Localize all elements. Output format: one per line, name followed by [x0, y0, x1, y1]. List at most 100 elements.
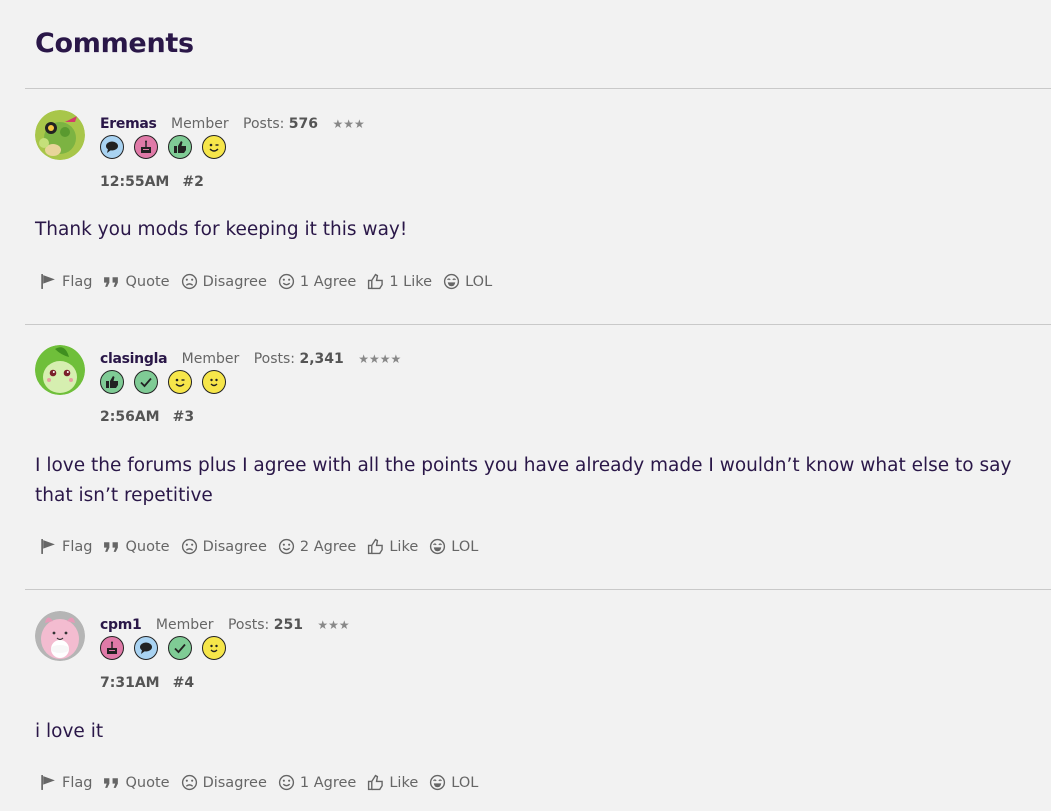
quote-button[interactable]: Quote [103, 273, 170, 290]
like-button[interactable]: Like [367, 774, 418, 791]
like-button[interactable]: Like [367, 538, 418, 555]
comment-meta: clasingla Member Posts: 2,341 ★★★★ [100, 351, 401, 367]
flag-label: Flag [62, 273, 93, 290]
avatar[interactable] [35, 110, 85, 160]
agree-button[interactable]: 1 Agree [278, 774, 356, 791]
divider [25, 88, 1051, 89]
flag-icon [41, 775, 55, 790]
disagree-button[interactable]: Disagree [181, 774, 267, 791]
posts-count: 576 [288, 116, 319, 132]
thumbs-up-icon[interactable] [100, 370, 124, 394]
flag-label: Flag [62, 538, 93, 555]
comment-time[interactable]: 2:56AM [100, 409, 160, 425]
thumbs-up-icon[interactable] [168, 135, 192, 159]
agree-button[interactable]: 1 Agree [278, 273, 356, 290]
comments-section: Comments Eremas Member Posts: 576 ★★★ 12… [0, 0, 1051, 811]
speech-bubble-icon[interactable] [100, 135, 124, 159]
quote-icon [104, 778, 119, 788]
flag-label: Flag [62, 774, 93, 791]
comment-body: i love it [35, 721, 104, 742]
badge-list [100, 636, 226, 660]
disagree-button[interactable]: Disagree [181, 273, 267, 290]
wink-icon[interactable] [168, 370, 192, 394]
lol-button[interactable]: LOL [429, 538, 478, 555]
agree-button[interactable]: 2 Agree [278, 538, 356, 555]
lol-label: LOL [451, 538, 479, 555]
reaction-bar: Flag Quote Disagree 1 Agree Like LOL [40, 774, 489, 791]
comment-body: I love the forums plus I agree with all … [35, 455, 1012, 506]
frown-icon [181, 538, 197, 555]
smile-icon[interactable] [202, 636, 226, 660]
flag-button[interactable]: Flag [40, 538, 92, 555]
lol-label: LOL [451, 774, 479, 791]
rank-stars: ★★★ [317, 618, 350, 632]
laugh-icon [430, 774, 446, 791]
smile-icon [278, 538, 294, 555]
badge-list [100, 370, 226, 394]
disagree-label: Disagree [202, 774, 267, 791]
wink-icon[interactable] [202, 135, 226, 159]
comment-meta: cpm1 Member Posts: 251 ★★★ [100, 617, 350, 633]
reaction-bar: Flag Quote Disagree 2 Agree Like LOL [40, 538, 489, 555]
disagree-label: Disagree [202, 273, 267, 290]
comment-permalink: 12:55AM #2 [100, 174, 204, 190]
disagree-label: Disagree [202, 538, 267, 555]
user-role: Member [181, 351, 240, 367]
agree-label: 1 Agree [299, 273, 357, 290]
comment-body: Thank you mods for keeping it this way! [35, 219, 408, 240]
cake-icon[interactable] [100, 636, 124, 660]
disagree-button[interactable]: Disagree [181, 538, 267, 555]
comment-number[interactable]: #4 [173, 675, 194, 691]
posts-label: Posts: [243, 116, 285, 132]
posts-count: 2,341 [299, 351, 344, 367]
quote-button[interactable]: Quote [103, 538, 170, 555]
thumbs-up-icon [368, 774, 384, 791]
smile-icon [278, 273, 294, 290]
thumbs-up-icon [368, 273, 384, 290]
speech-bubble-icon[interactable] [134, 636, 158, 660]
checkmark-icon[interactable] [168, 636, 192, 660]
flag-button[interactable]: Flag [40, 774, 92, 791]
username[interactable]: clasingla [100, 351, 168, 367]
rank-stars: ★★★★ [358, 352, 402, 366]
flag-icon [41, 539, 55, 554]
like-label: Like [389, 538, 419, 555]
rank-stars: ★★★ [332, 117, 365, 131]
comments-heading: Comments [35, 28, 194, 59]
quote-button[interactable]: Quote [103, 774, 170, 791]
cake-icon[interactable] [134, 135, 158, 159]
comment-number[interactable]: #3 [173, 409, 194, 425]
reaction-bar: Flag Quote Disagree 1 Agree 1 Like LOL [40, 273, 503, 290]
divider [25, 324, 1051, 325]
divider [25, 589, 1051, 590]
user-role: Member [170, 116, 229, 132]
quote-icon [104, 542, 119, 552]
lol-button[interactable]: LOL [443, 273, 492, 290]
comment-time[interactable]: 7:31AM [100, 675, 160, 691]
agree-label: 2 Agree [299, 538, 357, 555]
lol-button[interactable]: LOL [429, 774, 478, 791]
smile-icon [278, 774, 294, 791]
quote-icon [104, 277, 119, 287]
username[interactable]: Eremas [100, 116, 157, 132]
avatar[interactable] [35, 345, 85, 395]
posts-label: Posts: [227, 617, 270, 633]
flag-icon [41, 274, 55, 289]
username[interactable]: cpm1 [100, 617, 142, 633]
posts-label: Posts: [253, 351, 296, 367]
checkmark-icon[interactable] [134, 370, 158, 394]
like-label: Like [389, 774, 419, 791]
chansey-avatar-icon [35, 611, 85, 661]
comment-time[interactable]: 12:55AM [100, 174, 169, 190]
flag-button[interactable]: Flag [40, 273, 92, 290]
comment-number[interactable]: #2 [182, 174, 203, 190]
laugh-icon [430, 538, 446, 555]
agree-label: 1 Agree [299, 774, 357, 791]
smile-icon[interactable] [202, 370, 226, 394]
quote-label: Quote [125, 774, 170, 791]
badge-list [100, 135, 226, 159]
like-button[interactable]: 1 Like [367, 273, 432, 290]
quote-label: Quote [125, 273, 170, 290]
avatar[interactable] [35, 611, 85, 661]
quote-label: Quote [125, 538, 170, 555]
